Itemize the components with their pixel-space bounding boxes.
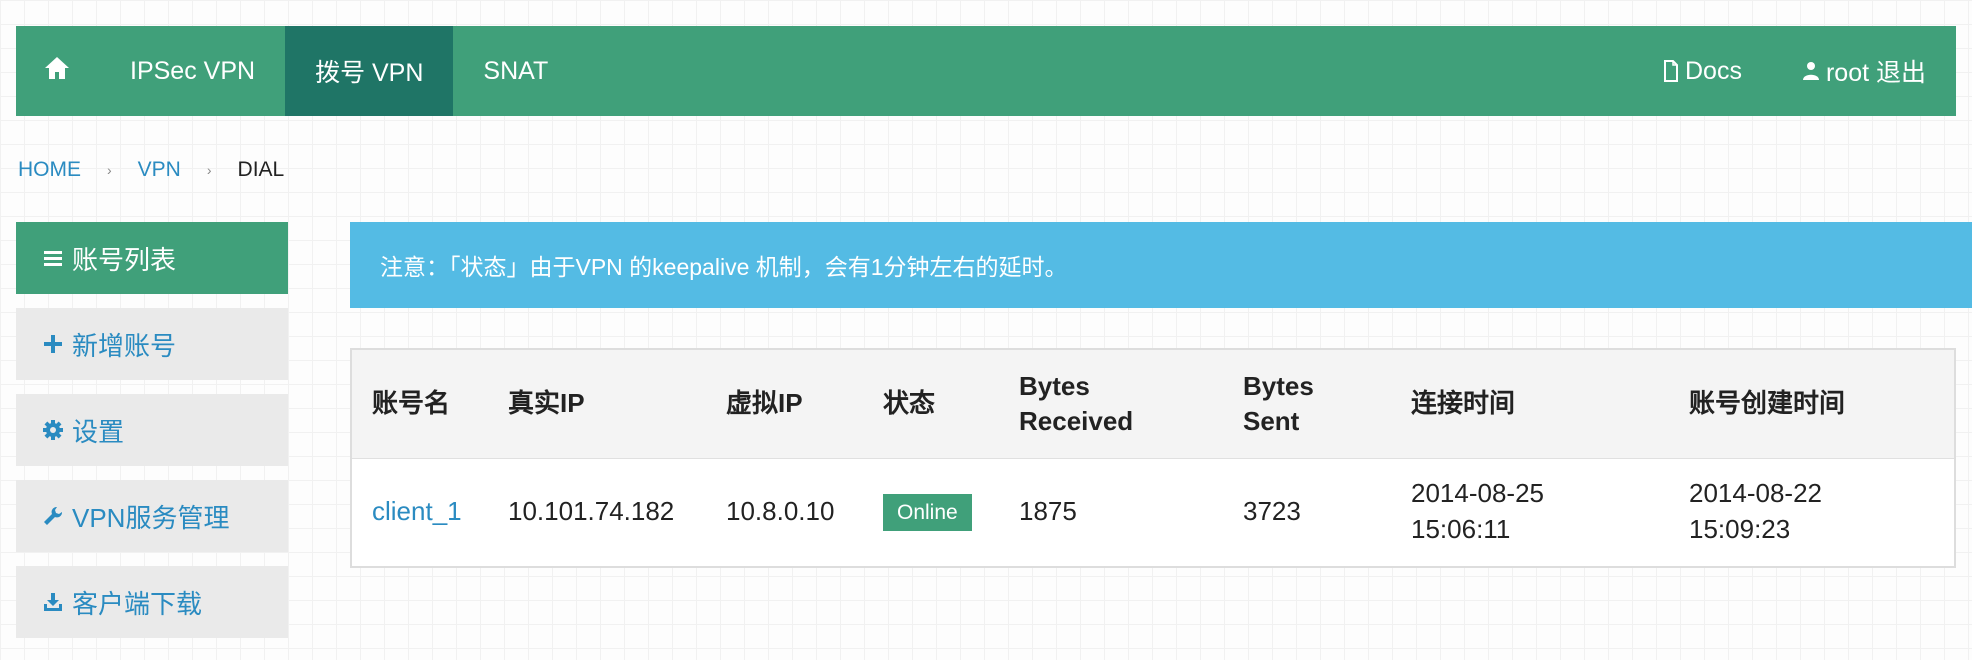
sidebar-item-client-download[interactable]: 客户端下载 [16,566,288,638]
account-link[interactable]: client_1 [372,496,462,526]
breadcrumb-vpn[interactable]: VPN [138,158,181,182]
sidebar-item-label: 账号列表 [72,244,177,275]
header-account-name: 账号名 [372,388,451,419]
header-bytes-sent: Bytes Sent [1223,350,1391,458]
table-row: client_1 10.101.74.182 10.8.0.10 Online … [352,458,1954,566]
table-header-row: 账号名 真实IP 虚拟IP 状态 Bytes Received Bytes Se… [352,350,1954,458]
home-icon [44,56,70,87]
alert-text: 注意：「状态」由于VPN 的keepalive 机制，会有1分钟左右的延时。 [380,254,1068,280]
created-date: 2014-08-22 [1689,478,1822,509]
cell-status: Online [863,458,999,566]
header-virtual-ip: 虚拟IP [726,388,803,419]
cell-created-time: 2014-08-22 15:09:23 [1669,458,1954,566]
breadcrumb-separator: › [107,162,112,178]
sidebar-item-add-account[interactable]: 新增账号 [16,308,288,380]
cell-account-name: client_1 [352,458,488,566]
gear-icon [42,420,64,440]
breadcrumb-separator: › [206,162,212,178]
top-navbar: IPSec VPN 拨号 VPN SNAT Docs root 退出 [16,26,1956,116]
breadcrumb-current: DIAL [237,158,285,181]
connect-date: 2014-08-25 [1411,478,1544,509]
status-badge: Online [883,494,972,532]
connect-clock: 15:06:11 [1411,514,1511,545]
sidebar-item-label: 设置 [72,416,125,447]
list-icon [42,249,64,267]
header-real-ip: 真实IP [508,388,585,419]
sidebar-item-settings[interactable]: 设置 [16,394,288,466]
header-created-time: 账号创建时间 [1689,388,1846,419]
download-icon [42,592,64,612]
breadcrumb: HOME › VPN › DIAL [18,158,284,182]
sidebar-item-account-list[interactable]: 账号列表 [16,222,288,294]
cell-virtual-ip: 10.8.0.10 [726,496,835,527]
header-bytes-received: Bytes Received [999,350,1223,458]
header-bytes-sent-line2: Sent [1243,405,1300,436]
sidebar-item-label: 新增账号 [72,330,177,361]
header-status: 状态 [883,388,936,419]
accounts-table: 账号名 真实IP 虚拟IP 状态 Bytes Received Bytes Se… [350,348,1956,568]
docs-label: Docs [1685,56,1742,85]
breadcrumb-home[interactable]: HOME [18,158,81,182]
document-icon [1663,60,1679,82]
sidebar-item-vpn-service[interactable]: VPN服务管理 [16,480,288,552]
status-delay-alert: 注意：「状态」由于VPN 的keepalive 机制，会有1分钟左右的延时。 [350,222,1972,308]
plus-icon [42,335,64,353]
header-bytes-received-line1: Bytes [1019,370,1090,401]
cell-bytes-received: 1875 [1019,496,1077,527]
sidebar-item-label: VPN服务管理 [72,502,230,533]
sidebar: 账号列表 新增账号 设置 VPN服务管理 客户端下载 [16,222,288,652]
user-label: root 退出 [1825,59,1926,87]
user-icon [1802,61,1820,81]
sidebar-item-label: 客户端下载 [72,588,203,619]
nav-docs[interactable]: Docs [1633,26,1772,116]
nav-snat[interactable]: SNAT [453,26,578,116]
nav-home[interactable] [16,26,100,116]
header-bytes-received-line2: Received [1019,405,1134,436]
cell-real-ip: 10.101.74.182 [508,496,675,527]
nav-ipsec-vpn[interactable]: IPSec VPN [100,26,285,116]
nav-dial-vpn[interactable]: 拨号 VPN [285,26,454,116]
nav-user-logout[interactable]: root 退出 [1772,26,1956,116]
header-bytes-sent-line1: Bytes [1243,370,1314,401]
header-connect-time: 连接时间 [1411,388,1516,419]
cell-connect-time: 2014-08-25 15:06:11 [1391,458,1669,566]
created-clock: 15:09:23 [1689,514,1791,545]
cell-bytes-sent: 3723 [1243,496,1301,527]
wrench-icon [42,506,64,526]
